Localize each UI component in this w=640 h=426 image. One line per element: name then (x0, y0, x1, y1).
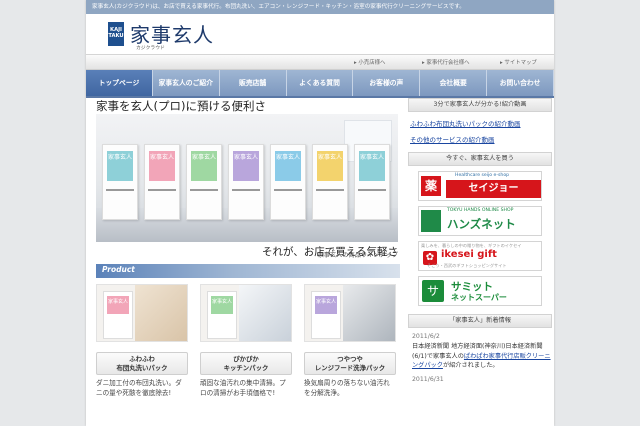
hands-caption: TOKYU HANDS ONLINE SHOP (447, 208, 514, 213)
product-rangehood[interactable]: 家事玄人 つやつや レンジフード洗浄パック 換気扇周りの落ちない油汚れを分解洗浄。 (304, 284, 396, 398)
nav-tab-voices[interactable]: お客様の声 (353, 70, 421, 96)
product-package: 家事玄人 (311, 291, 341, 339)
package-line (106, 189, 134, 191)
package-label: 家事玄人 (107, 151, 133, 181)
nav-tab-faq[interactable]: よくある質問 (287, 70, 354, 96)
product-photo (135, 285, 187, 341)
summit-subtitle: ネットスーパー (451, 293, 507, 302)
package-label: 家事玄人 (211, 296, 233, 314)
main-nav: トップページ 家事玄人のご紹介 販売店舗 よくある質問 お客様の声 会社概要 お… (86, 70, 554, 98)
logo-badge[interactable]: KAJI TAKU (108, 22, 124, 46)
seijo-name: セイジョー (446, 180, 541, 198)
package-label: 家事玄人 (315, 296, 337, 314)
hands-banner[interactable]: TOKYU HANDS ONLINE SHOP ハンズネット (418, 206, 542, 236)
product-photo (343, 285, 395, 341)
agency-link[interactable]: ▸ 家事代行会社様へ (422, 58, 470, 66)
nav-tab-company[interactable]: 会社概要 (420, 70, 488, 96)
product-image[interactable]: 家事玄人 (200, 284, 292, 342)
futon-video-link[interactable]: ふわふわ布団丸洗いパックの紹介動画 (410, 118, 552, 128)
product-image[interactable]: 家事玄人 (304, 284, 396, 342)
news-text: 日本経済新聞 地方経済面(神奈川)日本経済新聞(6/1)で家事玄人のぱわぱわ家事… (412, 343, 551, 369)
news-date: 2011/6/2 (412, 333, 440, 340)
news-header: 「家事玄人」新着情報 (408, 314, 552, 328)
seijo-banner[interactable]: Healthcare seijo e-shop 薬 セイジョー (418, 171, 542, 201)
package-line (358, 189, 386, 191)
package-label: 家事玄人 (233, 151, 259, 181)
hands-name: ハンズネット (447, 217, 516, 231)
buy-header: 今すぐ、家事玄人を買う (408, 152, 552, 166)
product-label: Product (102, 265, 135, 274)
product-futon[interactable]: 家事玄人 ふわふわ 布団丸洗いパック ダニ加工付の布団丸洗い。ダニの量や死骸を徹底… (96, 284, 188, 398)
summit-logo-icon: サ (422, 280, 444, 302)
product-kitchen[interactable]: 家事玄人 ぴかぴか キッチンパック 頑固な油汚れの集中清掃。プロの清掃がお手頃価格… (200, 284, 292, 398)
package-label: 家事玄人 (191, 151, 217, 181)
hero-package: 家事玄人 (102, 144, 138, 220)
nav-tab-stores[interactable]: 販売店舗 (220, 70, 287, 96)
ikesei-subcaption: そごう・西武のギフトショッピングサイト (427, 263, 507, 268)
news-section: 「家事玄人」新着情報 2011/6/2 日本経済新聞 地方経済面(神奈川)日本経… (408, 314, 552, 383)
lineup-label: 家事玄人の商品ラインアップ (317, 252, 398, 259)
retailer-link[interactable]: ▸ 小売店様へ (354, 58, 385, 66)
hero-package: 家事玄人 (144, 144, 180, 220)
nav-tab-contact[interactable]: お問い合わせ (487, 70, 554, 96)
header: KAJI TAKU 家事玄人 カジクラウド (86, 14, 554, 54)
package-line (232, 189, 260, 191)
hero-title: 家事を玄人(プロ)に預ける便利さ (96, 99, 266, 113)
hands-logo-icon (421, 210, 441, 232)
hero-image: 家事玄人 家事玄人 家事玄人 家事玄人 家事玄人 家事玄人 家事玄人 (96, 114, 398, 242)
product-description: 頑固な油汚れの集中清掃。プロの清掃がお手頃価格で! (200, 379, 286, 397)
product-row: 家事玄人 ふわふわ 布団丸洗いパック ダニ加工付の布団丸洗い。ダニの量や死骸を徹底… (96, 284, 400, 398)
utility-bar: ▸ 小売店様へ ▸ 家事代行会社様へ ▸ サイトマップ (86, 54, 554, 70)
hero-package: 家事玄人 (186, 144, 222, 220)
hero-package: 家事玄人 (354, 144, 390, 220)
package-label: 家事玄人 (149, 151, 175, 181)
main-content: 家事を玄人(プロ)に預ける便利さ 家事玄人 家事玄人 家事玄人 家事玄人 家事玄… (96, 98, 400, 398)
product-package: 家事玄人 (103, 291, 133, 339)
hero-package: 家事玄人 (228, 144, 264, 220)
product-photo (239, 285, 291, 341)
package-label: 家事玄人 (107, 296, 129, 314)
other-video-link[interactable]: その他のサービスの紹介動画 (410, 134, 552, 144)
package-line (190, 189, 218, 191)
product-section-bar: Product 家事玄人の商品ラインアップ (96, 252, 400, 278)
seijo-caption: Healthcare seijo e-shop (455, 173, 510, 178)
package-line (316, 189, 344, 191)
hero-package: 家事玄人 (312, 144, 348, 220)
product-description: 換気扇周りの落ちない油汚れを分解洗浄。 (304, 379, 390, 397)
ikesei-name: ikesei gift (441, 249, 497, 260)
summit-banner[interactable]: サ サミット ネットスーパー (418, 276, 542, 306)
logo-subtitle: カジクラウド (136, 46, 165, 51)
hero-package: 家事玄人 (270, 144, 306, 220)
package-line (274, 189, 302, 191)
video-header: 3分で家事玄人が分かる!紹介動画 (408, 98, 552, 112)
ikesei-banner[interactable]: 楽しみを、暮らしの中の贈り物を、ギフトのイケセイ ✿ ikesei gift そ… (418, 241, 542, 271)
nav-tab-about[interactable]: 家事玄人のご紹介 (153, 70, 220, 96)
package-label: 家事玄人 (359, 151, 385, 181)
package-label: 家事玄人 (275, 151, 301, 181)
product-image[interactable]: 家事玄人 (96, 284, 188, 342)
seijo-icon: 薬 (421, 176, 441, 196)
product-package: 家事玄人 (207, 291, 237, 339)
sidebar: 3分で家事玄人が分かる!紹介動画 ふわふわ布団丸洗いパックの紹介動画 その他のサ… (408, 98, 552, 383)
product-name[interactable]: つやつや レンジフード洗浄パック (304, 352, 396, 375)
package-label: 家事玄人 (317, 151, 343, 181)
sitemap-link[interactable]: ▸ サイトマップ (500, 58, 537, 66)
package-line (148, 189, 176, 191)
product-name[interactable]: ふわふわ 布団丸洗いパック (96, 352, 188, 375)
news-date: 2011/6/31 (412, 375, 444, 383)
product-name[interactable]: ぴかぴか キッチンパック (200, 352, 292, 375)
site-description-bar: 家事玄人(カジクラウド)は、お店で買える家事代行。布団丸洗い、エアコン・レンジフ… (86, 0, 554, 14)
nav-tab-top[interactable]: トップページ (86, 70, 153, 96)
product-description: ダニ加工付の布団丸洗い。ダニの量や死骸を徹底除去! (96, 379, 182, 397)
page: 家事玄人(カジクラウド)は、お店で買える家事代行。布団丸洗い、エアコン・レンジフ… (86, 0, 554, 426)
